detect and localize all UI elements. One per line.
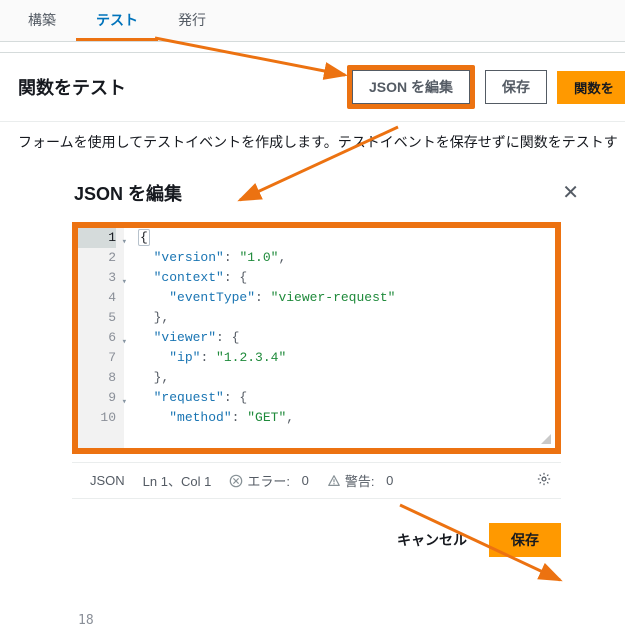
test-panel: 関数をテスト JSON を編集 保存 関数を フォームを使用してテストイベントを… xyxy=(0,52,625,166)
cancel-button[interactable]: キャンセル xyxy=(385,524,479,556)
warning-icon xyxy=(327,474,341,488)
editor-code[interactable]: { "version": "1.0", "context": { "eventT… xyxy=(124,228,555,448)
edit-json-highlight: JSON を編集 xyxy=(347,65,475,109)
resize-handle-icon[interactable] xyxy=(541,434,551,444)
panel-description: フォームを使用してテストイベントを作成します。テストイベントを保存せずに関数をテ… xyxy=(0,132,625,166)
tab-publish[interactable]: 発行 xyxy=(158,0,226,41)
settings-button[interactable] xyxy=(537,472,551,489)
status-errors: エラー: 0 xyxy=(229,471,308,490)
panel-title: 関数をテスト xyxy=(18,74,347,100)
error-icon xyxy=(229,474,243,488)
tabs: 構築 テスト 発行 xyxy=(0,0,625,42)
json-editor[interactable]: 1▾ 2 3▾ 4 5 6▾ 7 8 9▾ 10 { "version": "1… xyxy=(78,228,555,448)
edit-json-button[interactable]: JSON を編集 xyxy=(352,70,470,104)
save-button[interactable]: 保存 xyxy=(485,70,547,104)
status-language: JSON xyxy=(90,473,125,488)
editor-gutter: 1▾ 2 3▾ 4 5 6▾ 7 8 9▾ 10 xyxy=(78,228,124,448)
edit-json-modal: JSON を編集 ✕ 1▾ 2 3▾ 4 5 6▾ 7 8 9▾ 10 { "v… xyxy=(58,178,595,557)
modal-title: JSON を編集 xyxy=(58,178,556,208)
tab-test[interactable]: テスト xyxy=(76,0,158,41)
editor-highlight: 1▾ 2 3▾ 4 5 6▾ 7 8 9▾ 10 { "version": "1… xyxy=(72,222,561,454)
gear-icon xyxy=(537,472,551,486)
close-icon[interactable]: ✕ xyxy=(556,179,585,207)
status-warnings: 警告: 0 xyxy=(327,471,393,490)
editor-statusbar: JSON Ln 1、Col 1 エラー: 0 警告: 0 xyxy=(72,462,561,499)
background-line-number: 18 xyxy=(78,613,94,628)
tab-build[interactable]: 構築 xyxy=(8,0,76,41)
test-function-button[interactable]: 関数を xyxy=(557,71,625,104)
status-cursor-position: Ln 1、Col 1 xyxy=(143,471,212,490)
modal-save-button[interactable]: 保存 xyxy=(489,523,561,557)
